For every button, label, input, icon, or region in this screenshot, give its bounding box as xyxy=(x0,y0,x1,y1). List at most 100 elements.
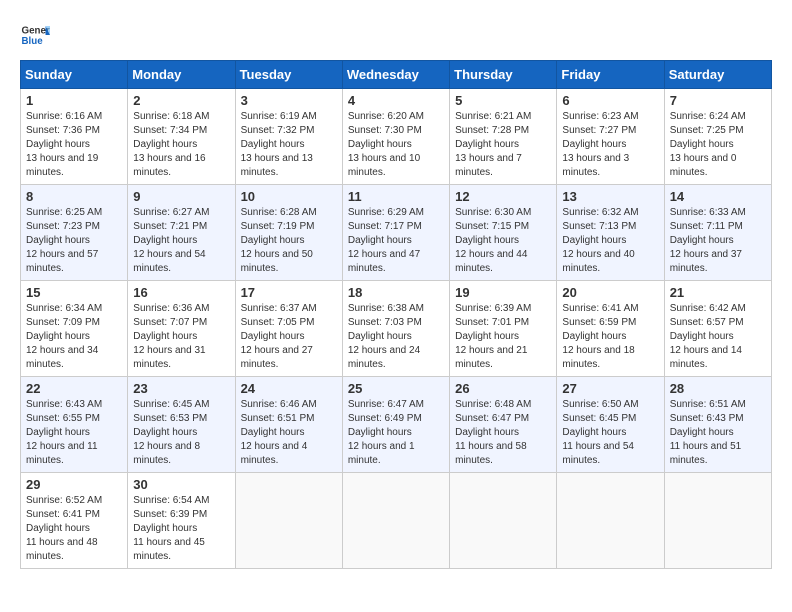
day-number: 26 xyxy=(455,381,551,396)
sunrise-label: Sunrise: xyxy=(348,399,387,410)
daylight-label: Daylight hours xyxy=(348,235,412,246)
sunrise-label: Sunrise: xyxy=(348,111,387,122)
daylight-label: Daylight hours xyxy=(241,139,305,150)
calendar-cell xyxy=(557,473,664,569)
sunset-label: Sunset: xyxy=(241,413,278,424)
sunrise-label: Sunrise: xyxy=(133,495,172,506)
day-number: 3 xyxy=(241,93,337,108)
sunset-label: Sunset: xyxy=(455,317,492,328)
calendar-cell: 15 Sunrise: 6:34 AM Sunset: 7:09 PM Dayl… xyxy=(21,281,128,377)
calendar-cell: 26 Sunrise: 6:48 AM Sunset: 6:47 PM Dayl… xyxy=(450,377,557,473)
sunrise-label: Sunrise: xyxy=(455,303,494,314)
col-header-friday: Friday xyxy=(557,61,664,89)
day-number: 30 xyxy=(133,477,229,492)
daylight-label: Daylight hours xyxy=(348,139,412,150)
day-info: Sunrise: 6:24 AM Sunset: 7:25 PM Dayligh… xyxy=(670,110,766,180)
daylight-label: Daylight hours xyxy=(455,235,519,246)
day-number: 9 xyxy=(133,189,229,204)
day-info: Sunrise: 6:25 AM Sunset: 7:23 PM Dayligh… xyxy=(26,206,122,276)
day-info: Sunrise: 6:50 AM Sunset: 6:45 PM Dayligh… xyxy=(562,398,658,468)
sunset-label: Sunset: xyxy=(455,413,492,424)
day-number: 28 xyxy=(670,381,766,396)
day-info: Sunrise: 6:32 AM Sunset: 7:13 PM Dayligh… xyxy=(562,206,658,276)
day-info: Sunrise: 6:19 AM Sunset: 7:32 PM Dayligh… xyxy=(241,110,337,180)
daylight-label: Daylight hours xyxy=(26,523,90,534)
sunset-label: Sunset: xyxy=(26,125,63,136)
calendar-cell xyxy=(342,473,449,569)
day-number: 14 xyxy=(670,189,766,204)
day-number: 2 xyxy=(133,93,229,108)
sunset-label: Sunset: xyxy=(26,509,63,520)
daylight-label: Daylight hours xyxy=(133,523,197,534)
day-number: 21 xyxy=(670,285,766,300)
day-info: Sunrise: 6:36 AM Sunset: 7:07 PM Dayligh… xyxy=(133,302,229,372)
calendar-cell: 21 Sunrise: 6:42 AM Sunset: 6:57 PM Dayl… xyxy=(664,281,771,377)
day-info: Sunrise: 6:42 AM Sunset: 6:57 PM Dayligh… xyxy=(670,302,766,372)
sunrise-label: Sunrise: xyxy=(133,399,172,410)
daylight-label: Daylight hours xyxy=(133,235,197,246)
day-number: 17 xyxy=(241,285,337,300)
day-number: 20 xyxy=(562,285,658,300)
day-info: Sunrise: 6:33 AM Sunset: 7:11 PM Dayligh… xyxy=(670,206,766,276)
calendar-cell: 6 Sunrise: 6:23 AM Sunset: 7:27 PM Dayli… xyxy=(557,89,664,185)
day-number: 23 xyxy=(133,381,229,396)
calendar-cell: 19 Sunrise: 6:39 AM Sunset: 7:01 PM Dayl… xyxy=(450,281,557,377)
calendar-cell: 9 Sunrise: 6:27 AM Sunset: 7:21 PM Dayli… xyxy=(128,185,235,281)
calendar-cell: 10 Sunrise: 6:28 AM Sunset: 7:19 PM Dayl… xyxy=(235,185,342,281)
calendar-cell: 28 Sunrise: 6:51 AM Sunset: 6:43 PM Dayl… xyxy=(664,377,771,473)
day-number: 18 xyxy=(348,285,444,300)
calendar-cell: 4 Sunrise: 6:20 AM Sunset: 7:30 PM Dayli… xyxy=(342,89,449,185)
sunset-label: Sunset: xyxy=(562,125,599,136)
day-number: 13 xyxy=(562,189,658,204)
daylight-label: Daylight hours xyxy=(348,427,412,438)
daylight-label: Daylight hours xyxy=(133,139,197,150)
sunset-label: Sunset: xyxy=(348,221,385,232)
daylight-label: Daylight hours xyxy=(26,331,90,342)
calendar-cell: 24 Sunrise: 6:46 AM Sunset: 6:51 PM Dayl… xyxy=(235,377,342,473)
sunset-label: Sunset: xyxy=(133,221,170,232)
logo-icon: General Blue xyxy=(20,20,50,50)
calendar-cell: 12 Sunrise: 6:30 AM Sunset: 7:15 PM Dayl… xyxy=(450,185,557,281)
sunrise-label: Sunrise: xyxy=(241,111,280,122)
sunrise-label: Sunrise: xyxy=(455,399,494,410)
sunset-label: Sunset: xyxy=(133,413,170,424)
calendar-cell: 22 Sunrise: 6:43 AM Sunset: 6:55 PM Dayl… xyxy=(21,377,128,473)
col-header-monday: Monday xyxy=(128,61,235,89)
daylight-label: Daylight hours xyxy=(26,139,90,150)
sunset-label: Sunset: xyxy=(455,125,492,136)
col-header-thursday: Thursday xyxy=(450,61,557,89)
col-header-sunday: Sunday xyxy=(21,61,128,89)
day-number: 10 xyxy=(241,189,337,204)
sunrise-label: Sunrise: xyxy=(133,111,172,122)
sunrise-label: Sunrise: xyxy=(562,399,601,410)
calendar-cell: 13 Sunrise: 6:32 AM Sunset: 7:13 PM Dayl… xyxy=(557,185,664,281)
sunset-label: Sunset: xyxy=(133,317,170,328)
sunrise-label: Sunrise: xyxy=(241,207,280,218)
sunrise-label: Sunrise: xyxy=(670,207,709,218)
day-number: 6 xyxy=(562,93,658,108)
calendar-cell: 2 Sunrise: 6:18 AM Sunset: 7:34 PM Dayli… xyxy=(128,89,235,185)
daylight-label: Daylight hours xyxy=(670,139,734,150)
sunset-label: Sunset: xyxy=(133,509,170,520)
calendar-cell: 29 Sunrise: 6:52 AM Sunset: 6:41 PM Dayl… xyxy=(21,473,128,569)
day-info: Sunrise: 6:46 AM Sunset: 6:51 PM Dayligh… xyxy=(241,398,337,468)
sunrise-label: Sunrise: xyxy=(562,111,601,122)
sunset-label: Sunset: xyxy=(562,221,599,232)
day-number: 25 xyxy=(348,381,444,396)
daylight-label: Daylight hours xyxy=(133,331,197,342)
day-info: Sunrise: 6:20 AM Sunset: 7:30 PM Dayligh… xyxy=(348,110,444,180)
daylight-label: Daylight hours xyxy=(241,235,305,246)
daylight-label: Daylight hours xyxy=(562,427,626,438)
sunset-label: Sunset: xyxy=(562,413,599,424)
calendar-cell: 25 Sunrise: 6:47 AM Sunset: 6:49 PM Dayl… xyxy=(342,377,449,473)
daylight-label: Daylight hours xyxy=(562,331,626,342)
sunrise-label: Sunrise: xyxy=(348,207,387,218)
day-info: Sunrise: 6:48 AM Sunset: 6:47 PM Dayligh… xyxy=(455,398,551,468)
daylight-label: Daylight hours xyxy=(26,235,90,246)
svg-text:Blue: Blue xyxy=(22,36,44,47)
calendar-cell xyxy=(235,473,342,569)
calendar-cell: 27 Sunrise: 6:50 AM Sunset: 6:45 PM Dayl… xyxy=(557,377,664,473)
calendar-cell: 14 Sunrise: 6:33 AM Sunset: 7:11 PM Dayl… xyxy=(664,185,771,281)
day-info: Sunrise: 6:37 AM Sunset: 7:05 PM Dayligh… xyxy=(241,302,337,372)
daylight-label: Daylight hours xyxy=(670,427,734,438)
